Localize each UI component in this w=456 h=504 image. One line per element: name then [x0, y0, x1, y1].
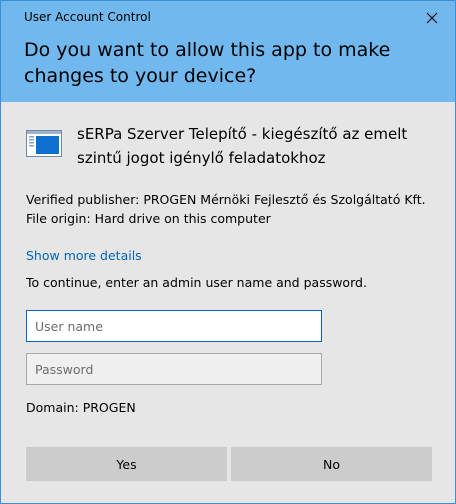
uac-dialog: User Account Control Do you want to allo… [0, 0, 456, 504]
close-icon [426, 12, 438, 24]
app-name: sERPa Szerver Telepítő - kiegészítő az e… [77, 125, 408, 167]
file-origin: File origin: Hard drive on this computer [26, 211, 271, 226]
dialog-header: User Account Control Do you want to allo… [1, 1, 455, 102]
publisher-info: Verified publisher: PROGEN Mérnöki Fejle… [26, 190, 446, 228]
username-field[interactable] [26, 310, 322, 342]
window-title: User Account Control [24, 10, 151, 24]
prompt-question: Do you want to allow this app to make ch… [24, 39, 391, 87]
yes-button[interactable]: Yes [26, 447, 227, 481]
password-field[interactable] [26, 353, 322, 385]
domain-label: Domain: PROGEN [26, 400, 136, 415]
installer-window-icon [26, 130, 62, 157]
credentials-instruction: To continue, enter an admin user name an… [26, 275, 367, 290]
close-button[interactable] [417, 5, 447, 31]
show-more-details-link[interactable]: Show more details [26, 248, 142, 263]
no-button[interactable]: No [231, 447, 432, 481]
verified-publisher: Verified publisher: PROGEN Mérnöki Fejle… [26, 192, 426, 207]
